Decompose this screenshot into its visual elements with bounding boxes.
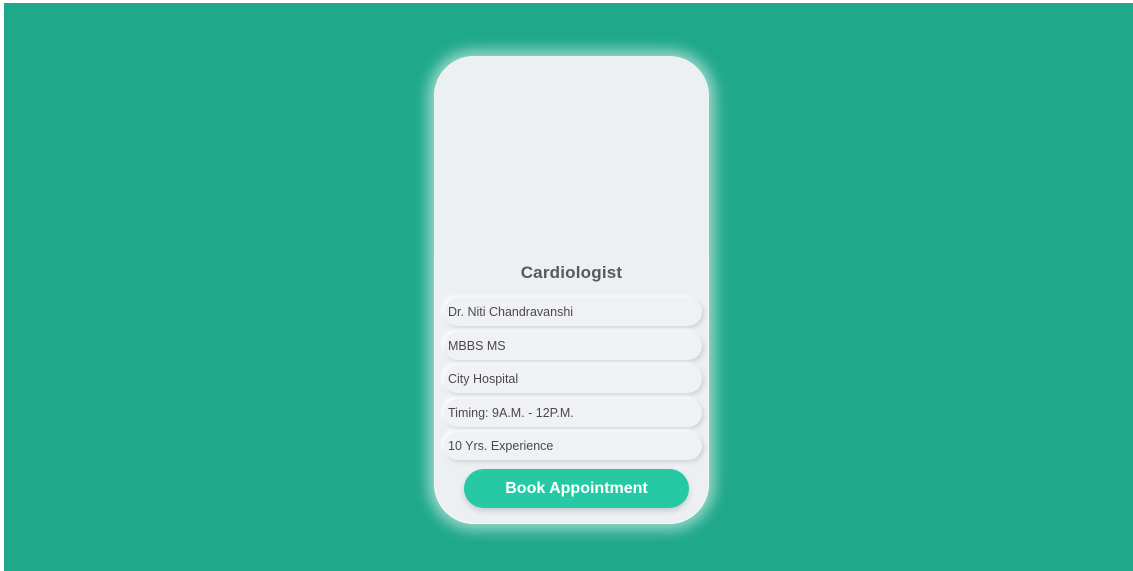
doctor-photo (434, 56, 709, 256)
doctor-name: Dr. Niti Chandravanshi (444, 298, 702, 326)
doctor-experience: 10 Yrs. Experience (444, 432, 702, 460)
page-background: Cardiologist Dr. Niti Chandravanshi MBBS… (4, 3, 1133, 571)
book-appointment-button[interactable]: Book Appointment (464, 469, 689, 508)
doctor-details-list: Dr. Niti Chandravanshi MBBS MS City Hosp… (444, 298, 702, 466)
doctor-specialty: Cardiologist (520, 263, 623, 282)
doctor-hospital: City Hospital (444, 365, 702, 393)
doctor-timing: Timing: 9A.M. - 12P.M. (444, 398, 702, 427)
doctor-qualification: MBBS MS (444, 331, 702, 360)
doctor-card: Cardiologist Dr. Niti Chandravanshi MBBS… (434, 56, 709, 524)
